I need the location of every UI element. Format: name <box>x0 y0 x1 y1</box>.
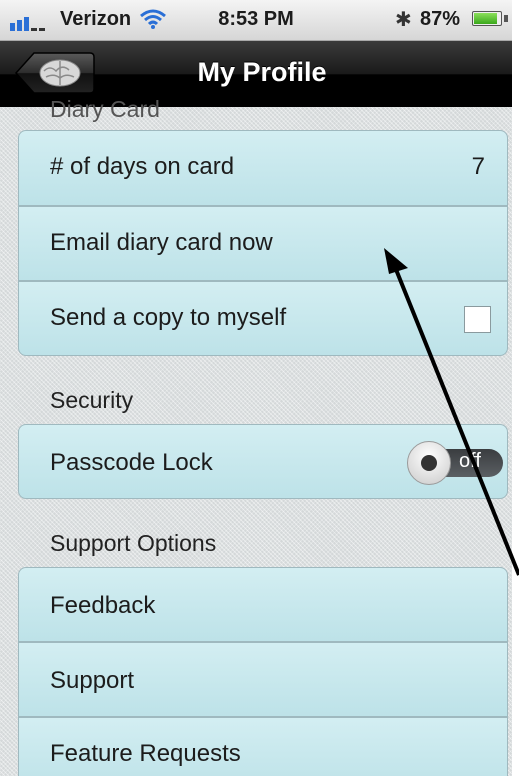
phone-screen: Verizon 8:53 PM ✱ 87% My Profile Diary C… <box>0 0 512 776</box>
send-copy-row[interactable]: Send a copy to myself <box>18 281 508 356</box>
page-title: My Profile <box>197 57 327 87</box>
days-on-card-row[interactable]: # of days on card 7 <box>18 130 508 206</box>
section-header-diary-card: Diary Card <box>50 96 160 122</box>
email-diary-card-label: Email diary card now <box>50 229 273 256</box>
days-on-card-value: 7 <box>471 153 485 180</box>
feature-requests-label: Feature Requests <box>50 740 241 767</box>
toggle-state-label: off <box>459 450 481 472</box>
support-label: Support <box>50 667 135 694</box>
support-item-feature-requests[interactable]: Feature Requests <box>18 717 508 776</box>
send-copy-label: Send a copy to myself <box>50 304 287 331</box>
section-header-support-options: Support Options <box>50 530 217 556</box>
passcode-lock-row: Passcode Lock off <box>18 424 508 499</box>
battery-percent: 87% <box>420 8 461 30</box>
support-item-feedback[interactable]: Feedback <box>18 567 508 642</box>
passcode-lock-toggle[interactable]: off <box>407 441 507 485</box>
email-diary-card-row[interactable]: Email diary card now <box>18 206 508 281</box>
feedback-label: Feedback <box>50 592 156 619</box>
battery-icon <box>472 11 502 26</box>
battery-level-fill <box>474 13 497 24</box>
right-margin <box>512 0 519 776</box>
toggle-knob-dot <box>421 455 437 471</box>
send-copy-checkbox[interactable] <box>464 306 491 333</box>
battery-nub <box>504 15 508 22</box>
passcode-lock-label: Passcode Lock <box>50 449 213 476</box>
bluetooth-icon: ✱ <box>395 9 412 31</box>
support-item-support[interactable]: Support <box>18 642 508 717</box>
status-bar: Verizon 8:53 PM ✱ 87% <box>0 0 512 41</box>
days-on-card-label: # of days on card <box>50 153 235 180</box>
section-header-security: Security <box>50 387 134 413</box>
toggle-knob[interactable] <box>407 441 451 485</box>
